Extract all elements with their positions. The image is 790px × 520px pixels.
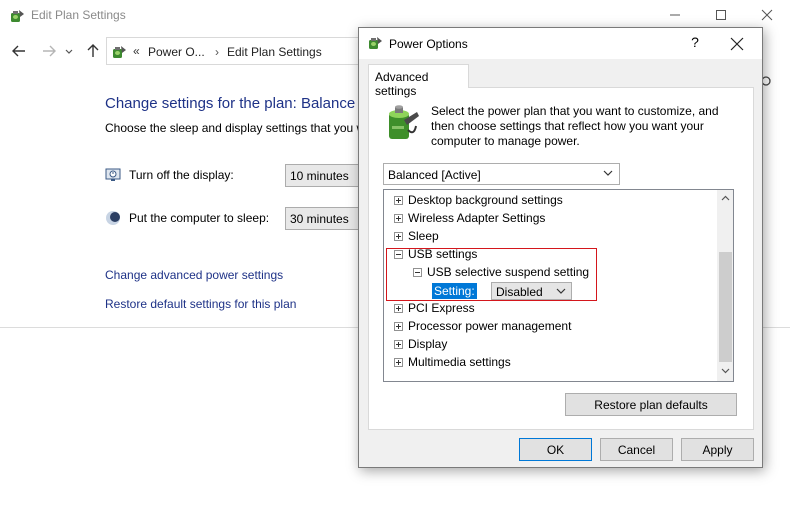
- highlight-box: [386, 248, 597, 301]
- expand-icon[interactable]: [394, 232, 403, 241]
- tree-scrollbar[interactable]: [717, 190, 733, 381]
- cancel-button[interactable]: Cancel: [600, 438, 673, 461]
- page-subtitle: Choose the sleep and display settings th…: [105, 121, 366, 135]
- maximize-icon: [716, 10, 726, 20]
- expand-icon[interactable]: [394, 322, 403, 331]
- breadcrumb-edit-plan-settings[interactable]: Edit Plan Settings: [227, 45, 322, 59]
- recent-chevron-icon[interactable]: [64, 42, 74, 60]
- tree-item-label: Multimedia settings: [408, 355, 511, 369]
- panel-description: Select the power plan that you want to c…: [431, 104, 719, 148]
- ok-button[interactable]: OK: [519, 438, 592, 461]
- breadcrumb-separator[interactable]: ›: [215, 45, 219, 59]
- tab-advanced-settings[interactable]: Advanced settings: [368, 64, 469, 98]
- tree-item-label: Wireless Adapter Settings: [408, 211, 546, 225]
- close-icon: [761, 9, 773, 21]
- sleep-moon-icon: [106, 211, 120, 225]
- dialog-titlebar: Power Options ?: [359, 28, 762, 59]
- tree-item-label: Desktop background settings: [408, 193, 563, 207]
- tree-item-label: Sleep: [408, 229, 439, 243]
- expand-icon[interactable]: [394, 196, 403, 205]
- expand-icon[interactable]: [394, 304, 403, 313]
- expand-icon[interactable]: [394, 358, 403, 367]
- page-title: Change settings for the plan: Balance: [105, 95, 356, 112]
- close-button[interactable]: [744, 0, 790, 30]
- forward-arrow-icon[interactable]: [40, 42, 58, 60]
- bg-window-title: Edit Plan Settings: [31, 8, 126, 22]
- expand-icon[interactable]: [394, 340, 403, 349]
- minimize-button[interactable]: [652, 0, 698, 30]
- help-button[interactable]: ?: [685, 34, 705, 54]
- dialog-close-button[interactable]: [727, 34, 747, 54]
- up-arrow-icon[interactable]: [84, 42, 102, 60]
- power-options-icon: [113, 46, 126, 58]
- maximize-button[interactable]: [698, 0, 744, 30]
- scroll-down-icon[interactable]: [721, 368, 730, 374]
- power-plan-select-value: Balanced [Active]: [388, 168, 481, 182]
- power-options-icon: [369, 37, 382, 49]
- display-timeout-label: Turn off the display:: [129, 168, 234, 182]
- monitor-icon: [105, 168, 121, 181]
- scrollbar-thumb[interactable]: [719, 252, 732, 362]
- restore-plan-defaults-button[interactable]: Restore plan defaults: [565, 393, 737, 416]
- chevron-down-icon: [603, 170, 613, 176]
- dialog-title: Power Options: [389, 37, 468, 51]
- power-plan-select[interactable]: Balanced [Active]: [383, 163, 620, 185]
- scroll-up-icon[interactable]: [721, 195, 730, 201]
- breadcrumb-power-options[interactable]: Power O...: [148, 45, 205, 59]
- minimize-icon: [670, 14, 680, 16]
- back-arrow-icon[interactable]: [10, 42, 28, 60]
- advanced-settings-panel: Select the power plan that you want to c…: [368, 87, 754, 430]
- expand-icon[interactable]: [394, 214, 403, 223]
- close-icon: [730, 37, 744, 51]
- tree-item-label: Display: [408, 337, 448, 351]
- settings-tree[interactable]: Desktop background settings Wireless Ada…: [383, 189, 734, 382]
- tree-item-label: Processor power management: [408, 319, 572, 333]
- battery-plug-icon: [389, 105, 419, 139]
- address-overflow-chevron[interactable]: «: [133, 44, 140, 58]
- apply-button[interactable]: Apply: [681, 438, 754, 461]
- sleep-timeout-label: Put the computer to sleep:: [129, 211, 270, 225]
- change-advanced-settings-link[interactable]: Change advanced power settings: [105, 268, 283, 282]
- address-bar[interactable]: « Power O... › Edit Plan Settings: [106, 37, 366, 65]
- tree-item-label: PCI Express: [408, 301, 475, 315]
- power-options-icon: [11, 10, 24, 22]
- power-options-dialog: Power Options ? Advanced settings Select…: [358, 27, 763, 468]
- restore-default-settings-link[interactable]: Restore default settings for this plan: [105, 297, 296, 311]
